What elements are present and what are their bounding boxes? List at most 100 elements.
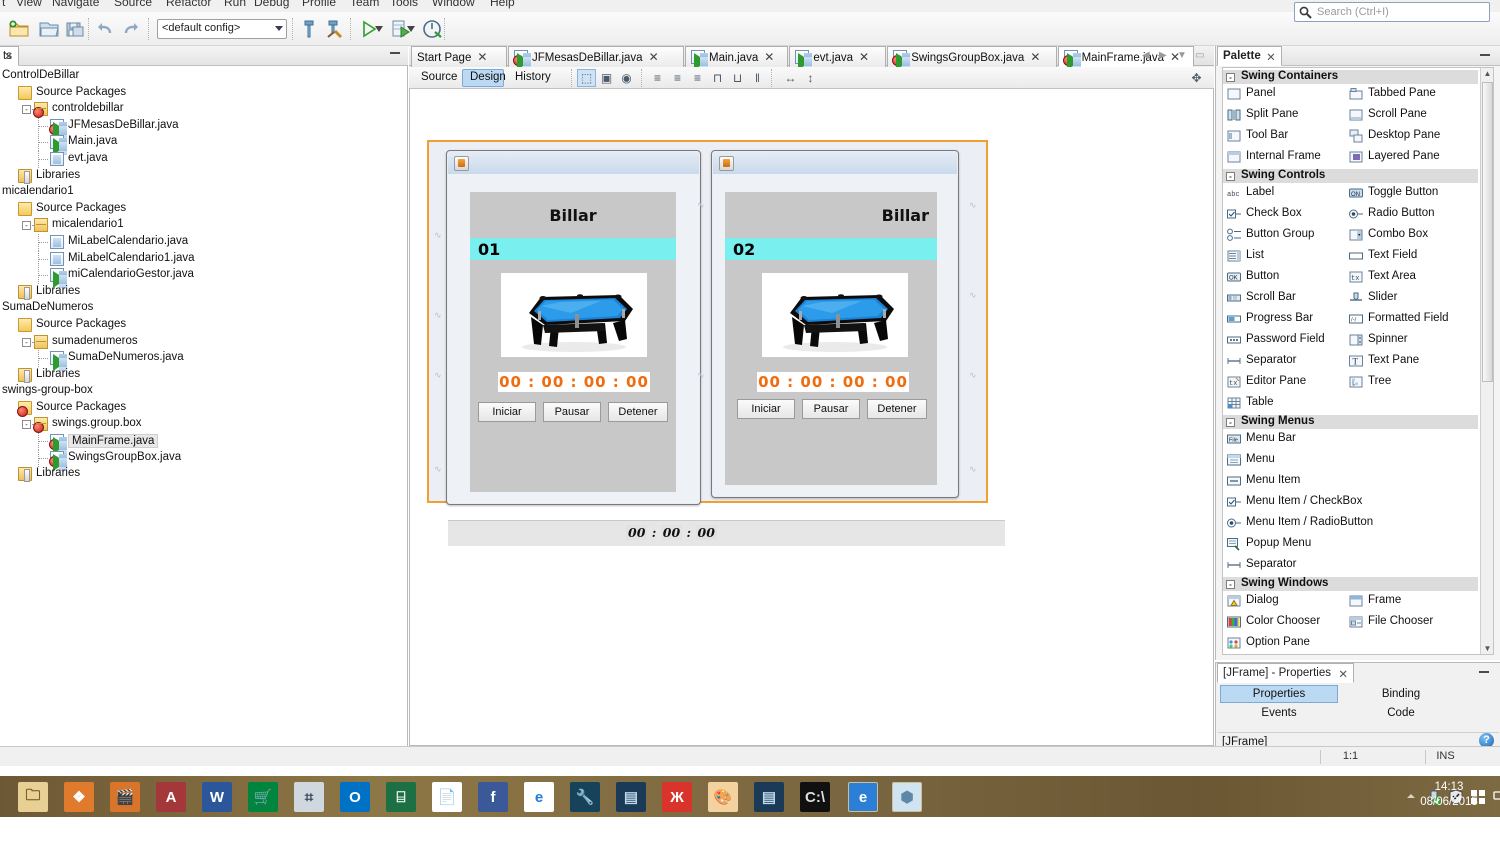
tree-node[interactable]: Main.java	[0, 134, 408, 156]
menu-item-navigate[interactable]: Navigate	[52, 0, 99, 9]
network-icon[interactable]	[1492, 789, 1500, 805]
collapse-icon[interactable]: -	[1226, 73, 1235, 82]
editor-tab-evt-java[interactable]: evt.java ✕	[789, 46, 887, 70]
taskbar-mysql-console-2-icon[interactable]: ▤	[754, 782, 784, 812]
tree-node[interactable]: Source Packages	[0, 201, 408, 218]
internal-frame-2[interactable]: Billar 02 00: 00: 00: 00 Iniciar Paus…	[711, 150, 959, 498]
tree-expander-icon[interactable]: -	[22, 221, 31, 231]
taskbar-movie-maker-icon[interactable]: 🎬	[110, 782, 140, 812]
expand-all-icon[interactable]: ✥	[1187, 69, 1206, 87]
menu-item-tools[interactable]: Tools	[390, 0, 418, 9]
project-tree[interactable]: ControlDeBillar Source Packages - controlde…	[0, 68, 408, 744]
clean-and-build-button[interactable]	[322, 16, 348, 42]
tab-palette[interactable]: Palette ✕	[1217, 46, 1282, 66]
menu-item-debug[interactable]: Debug	[254, 0, 289, 9]
taskbar-ms-outlook-icon[interactable]: O	[340, 782, 370, 812]
taskbar-photo-viewer-icon[interactable]: ❖	[64, 782, 94, 812]
minimize-icon[interactable]	[1479, 671, 1489, 673]
tab-projects[interactable]: ts ✕	[0, 46, 19, 66]
taskbar-windows-store-icon[interactable]: 🛒	[248, 782, 278, 812]
tree-node[interactable]: - sumadenumeros	[0, 334, 408, 351]
align-left-icon[interactable]: ≡	[648, 69, 667, 87]
taskbar-ms-access-icon[interactable]: A	[156, 782, 186, 812]
tree-node[interactable]: Source Packages	[0, 400, 408, 417]
align-bottom-icon[interactable]: ⊔	[728, 69, 747, 87]
panel-2-pausar-button[interactable]: Pausar	[802, 399, 860, 419]
resize-vertical-icon[interactable]: ↕	[801, 69, 820, 87]
project-config-select[interactable]: <default config>	[157, 19, 287, 39]
tree-node[interactable]: MiLabelCalendario1.java	[0, 250, 408, 268]
connection-mode-icon[interactable]: ▣	[597, 69, 616, 87]
profile-project-button[interactable]	[420, 16, 446, 42]
tree-node[interactable]: ControlDeBillar	[0, 68, 408, 85]
menu-item-window[interactable]: Window	[432, 0, 475, 9]
scroll-up-icon[interactable]: ▲	[1482, 69, 1493, 80]
minimize-icon[interactable]	[390, 52, 400, 54]
tree-node[interactable]: MiLabelCalendario.java	[0, 233, 408, 251]
close-icon[interactable]: ✕	[859, 50, 869, 64]
taskbar-notepad-icon[interactable]: 📄	[432, 782, 462, 812]
panel-1-iniciar-button[interactable]: Iniciar	[478, 402, 536, 422]
tree-expander-icon[interactable]: -	[22, 420, 31, 430]
debug-dropdown-arrow-icon[interactable]	[406, 16, 416, 42]
panel-2-detener-button[interactable]: Detener	[867, 399, 927, 419]
collapse-icon[interactable]: -	[1226, 418, 1235, 427]
search-input[interactable]: Search (Ctrl+I)	[1294, 2, 1490, 22]
properties-tab-binding[interactable]: Binding	[1342, 685, 1460, 703]
properties-tab-code[interactable]: Code	[1342, 704, 1460, 722]
run-dropdown-arrow-icon[interactable]	[374, 16, 384, 42]
close-icon[interactable]: ✕	[1266, 50, 1276, 64]
menu-item-profile[interactable]: Profile	[302, 0, 336, 9]
menu-item-team[interactable]: Team	[350, 0, 379, 9]
scroll-down-icon[interactable]: ▼	[1482, 644, 1493, 654]
taskbar-facebook-icon[interactable]: f	[478, 782, 508, 812]
tree-node[interactable]: Source Packages	[0, 317, 408, 334]
editor-tab-start-page[interactable]: Start Page ✕	[411, 46, 507, 67]
palette-group-swing-controls[interactable]: - Swing Controls	[1223, 169, 1478, 183]
taskbar-calculator-phone-icon[interactable]: ⌗	[294, 782, 324, 812]
menu-item-run[interactable]: Run	[224, 0, 246, 9]
preview-design-icon[interactable]: ◉	[617, 69, 636, 87]
panel-2-iniciar-button[interactable]: Iniciar	[737, 399, 795, 419]
tree-node[interactable]: evt.java	[0, 150, 408, 168]
menu-item-refactor[interactable]: Refactor	[166, 0, 211, 9]
view-button-design[interactable]: Design	[462, 69, 506, 87]
tree-node[interactable]: SumaDeNumeros.java	[0, 350, 408, 372]
palette-group-swing-windows[interactable]: - Swing Windows	[1223, 577, 1478, 591]
tab-nav-next-icon[interactable]: ▶	[1159, 50, 1167, 61]
tree-node[interactable]: - micalendario1	[0, 217, 408, 234]
menu-item-help[interactable]: Help	[490, 0, 515, 9]
editor-tab-swingsgroupbox-java[interactable]: SwingsGroupBox.java ✕	[887, 46, 1057, 70]
tab-nav-maximize-icon[interactable]: ▭	[1195, 50, 1204, 61]
tree-node[interactable]: Libraries	[0, 367, 408, 384]
close-icon[interactable]: ✕	[4, 50, 13, 63]
taskbar-mysql-workbench-icon[interactable]: 🔧	[570, 782, 600, 812]
save-all-button[interactable]	[62, 16, 88, 42]
tree-node[interactable]: SumaDeNumeros	[0, 300, 408, 317]
tab-nav-prev-icon[interactable]: ◀	[1142, 50, 1150, 61]
tree-node[interactable]: - controldebillar	[0, 101, 408, 119]
tree-node[interactable]: - swings.group.box	[0, 416, 408, 434]
scrollbar-thumb[interactable]	[1482, 82, 1493, 382]
tree-node-selected[interactable]: MainFrame.java	[0, 433, 408, 455]
panel-1-detener-button[interactable]: Detener	[608, 402, 668, 422]
form-selection-frame[interactable]: Billar 01 00: 00: 00: 00 Iniciar Paus…	[427, 140, 1005, 546]
close-icon[interactable]: ✕	[1030, 50, 1040, 64]
tree-node[interactable]: SwingsGroupBox.java	[0, 449, 408, 471]
tree-expander-icon[interactable]: -	[22, 337, 31, 347]
tree-node[interactable]: Libraries	[0, 168, 408, 185]
properties-tab-properties[interactable]: Properties	[1220, 685, 1338, 703]
tree-node[interactable]: Libraries	[0, 466, 408, 483]
design-canvas[interactable]: Billar 01 00: 00: 00: 00 Iniciar Paus…	[409, 89, 1214, 746]
taskbar-file-explorer-icon[interactable]: 🗀	[18, 782, 48, 812]
editor-tab-jfmesasdebillar-java[interactable]: JFMesasDeBillar.java ✕	[508, 46, 684, 70]
collapse-icon[interactable]: -	[1226, 580, 1235, 589]
palette-group-swing-containers[interactable]: - Swing Containers	[1223, 70, 1478, 84]
tree-node[interactable]: Source Packages	[0, 85, 408, 102]
menu-item-source[interactable]: Source	[114, 0, 152, 9]
align-center-icon[interactable]: ≡	[688, 69, 707, 87]
tree-node[interactable]: swings-group-box	[0, 383, 408, 400]
undo-button[interactable]	[92, 16, 118, 42]
taskbar-ms-excel-icon[interactable]: ⌸	[386, 782, 416, 812]
align-middle-icon[interactable]: ‖	[748, 69, 767, 87]
